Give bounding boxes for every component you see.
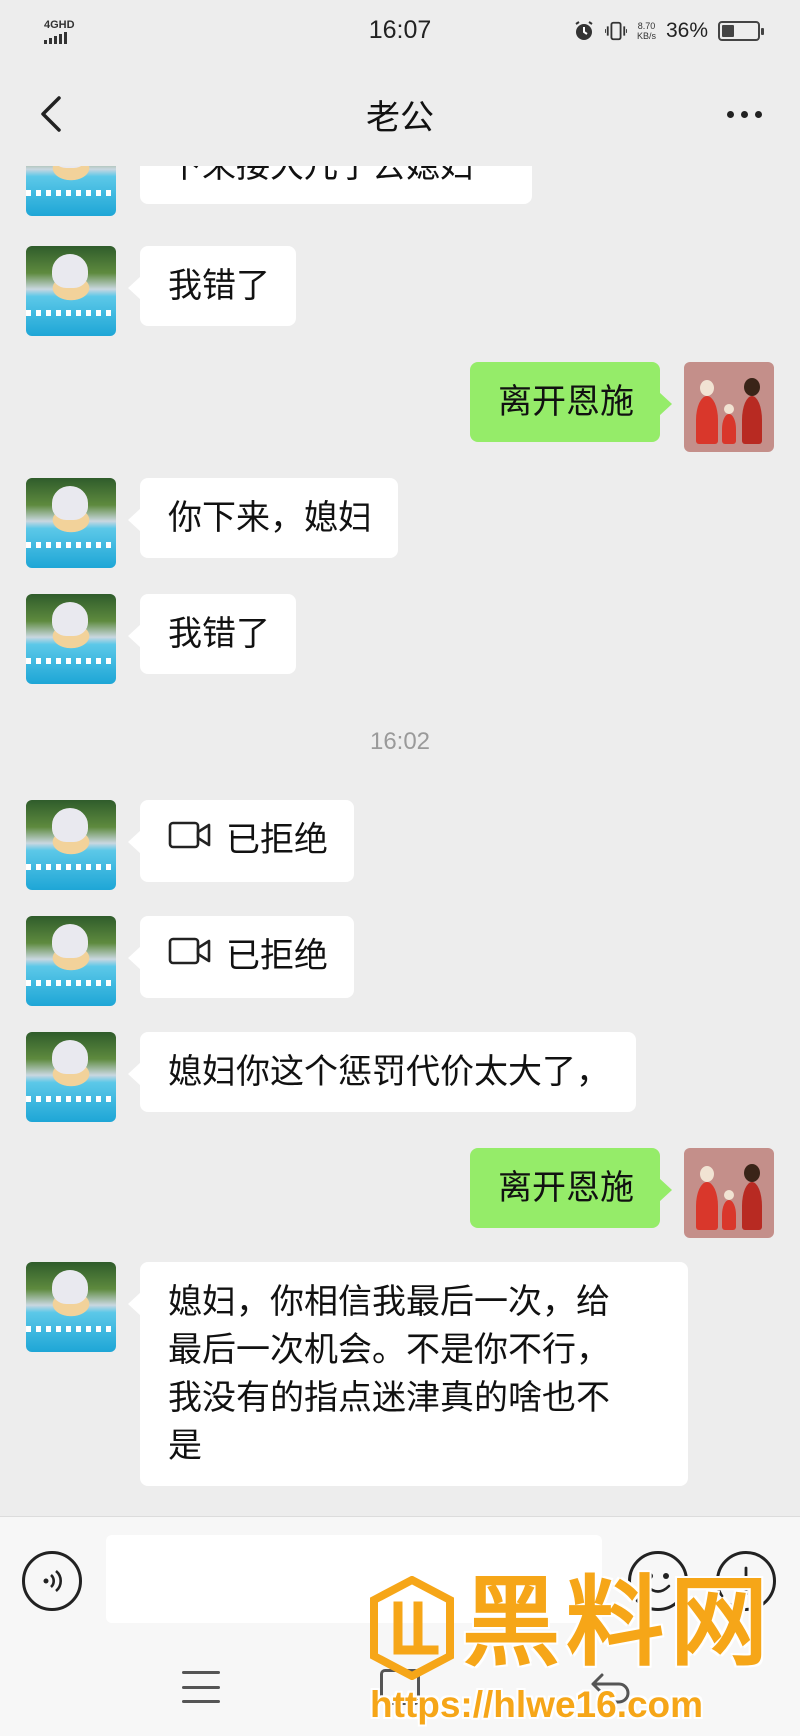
battery-percent: 36% [665, 19, 708, 42]
contact-avatar[interactable] [26, 478, 116, 568]
message-line: 是 [168, 1426, 202, 1466]
emoji-icon[interactable] [628, 1551, 688, 1611]
chevron-left-icon[interactable] [26, 88, 78, 140]
contact-avatar[interactable] [26, 916, 116, 1006]
my-avatar[interactable] [684, 1148, 774, 1238]
received-message[interactable]: 我错了 [128, 594, 296, 674]
voice-icon[interactable] [22, 1551, 82, 1611]
battery-fill [722, 25, 735, 37]
status-bar: 4GHD 16:07 8.70 KB/s 36% [0, 0, 800, 62]
message-input[interactable] [106, 1535, 602, 1623]
received-message[interactable]: 我错了 [128, 246, 296, 326]
battery-icon [718, 21, 764, 41]
video-camera-icon [168, 931, 212, 979]
sent-message[interactable]: 离开恩施 [470, 362, 672, 442]
message-line: 最后一次机会。不是你不行， [168, 1330, 610, 1370]
video-call-message[interactable]: 已拒绝 [128, 800, 354, 882]
network-speed: 8.70 KB/s [637, 21, 656, 41]
received-message[interactable]: 媳妇你这个惩罚代价太大了， [128, 1032, 636, 1112]
network-type: 4GHD [44, 18, 75, 31]
received-message[interactable]: 你下来，媳妇 [128, 478, 398, 558]
sent-message[interactable]: 离开恩施 [470, 1148, 672, 1228]
alarm-icon [573, 20, 595, 42]
message-list[interactable]: 下来接大儿子去媳妇 我错了 离开恩施 你下来，媳妇 我错了 16:02 已拒绝 … [0, 166, 800, 1516]
video-call-message[interactable]: 已拒绝 [128, 916, 354, 998]
speed-value: 8.70 [637, 21, 656, 31]
contact-avatar[interactable] [26, 1032, 116, 1122]
received-message[interactable]: 媳妇，你相信我最后一次，给 最后一次机会。不是你不行， 我没有的指点迷津真的啥也… [128, 1262, 688, 1486]
video-camera-icon [168, 815, 212, 863]
back-key-icon[interactable] [590, 1669, 632, 1705]
vibrate-icon [604, 20, 627, 42]
input-bar [0, 1516, 800, 1736]
contact-avatar[interactable] [26, 166, 116, 216]
network-indicator: 4GHD [44, 19, 75, 44]
more-dots-icon[interactable] [714, 88, 774, 140]
call-status: 已拒绝 [226, 936, 328, 976]
speed-unit: KB/s [636, 31, 656, 41]
plus-icon[interactable] [716, 1551, 776, 1611]
message-line: 我没有的指点迷津真的啥也不 [168, 1378, 610, 1418]
contact-avatar[interactable] [26, 246, 116, 336]
chat-title: 老公 [366, 97, 434, 138]
chat-header: 老公 [0, 62, 800, 166]
received-message[interactable]: 下来接大儿子去媳妇 [140, 166, 532, 204]
contact-avatar[interactable] [26, 594, 116, 684]
menu-key-icon[interactable] [182, 1671, 220, 1703]
system-navigation-bar [0, 1647, 800, 1736]
message-timestamp: 16:02 [369, 728, 431, 755]
message-line: 媳妇，你相信我最后一次，给 [168, 1282, 610, 1322]
contact-avatar[interactable] [26, 1262, 116, 1352]
my-avatar[interactable] [684, 362, 774, 452]
contact-avatar[interactable] [26, 800, 116, 890]
signal-icon [44, 31, 67, 44]
call-status: 已拒绝 [226, 820, 328, 860]
home-key-icon[interactable] [380, 1669, 420, 1705]
